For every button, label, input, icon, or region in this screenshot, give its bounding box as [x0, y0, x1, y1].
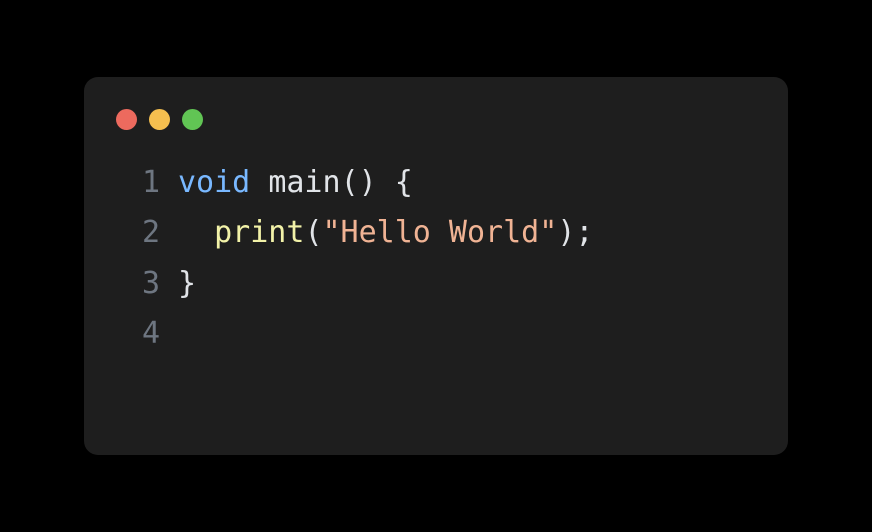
- token-punct: }: [178, 266, 196, 301]
- token-punct: (: [304, 215, 322, 250]
- line-number: 3: [122, 259, 160, 309]
- line-number: 4: [122, 309, 160, 359]
- close-icon[interactable]: [116, 109, 137, 130]
- token-punct: );: [557, 215, 593, 250]
- token-punct: {: [395, 165, 413, 200]
- line-number: 1: [122, 158, 160, 208]
- token-punct: (): [341, 165, 377, 200]
- token-call: print: [214, 215, 304, 250]
- traffic-lights: [116, 109, 750, 130]
- editor-window: 1 void main() { 2 print("Hello World"); …: [84, 77, 788, 455]
- maximize-icon[interactable]: [182, 109, 203, 130]
- code-line: 3 }: [122, 259, 750, 309]
- token-indent: [178, 215, 214, 250]
- minimize-icon[interactable]: [149, 109, 170, 130]
- token-space: [377, 165, 395, 200]
- code-area[interactable]: 1 void main() { 2 print("Hello World"); …: [122, 158, 750, 360]
- token-function: main: [268, 165, 340, 200]
- code-content: print("Hello World");: [178, 208, 593, 258]
- code-line: 4: [122, 309, 750, 359]
- line-number: 2: [122, 208, 160, 258]
- code-content: void main() {: [178, 158, 413, 208]
- code-line: 1 void main() {: [122, 158, 750, 208]
- token-string: "Hello World": [323, 215, 558, 250]
- code-line: 2 print("Hello World");: [122, 208, 750, 258]
- token-keyword: void: [178, 165, 250, 200]
- token-space: [250, 165, 268, 200]
- code-content: }: [178, 259, 196, 309]
